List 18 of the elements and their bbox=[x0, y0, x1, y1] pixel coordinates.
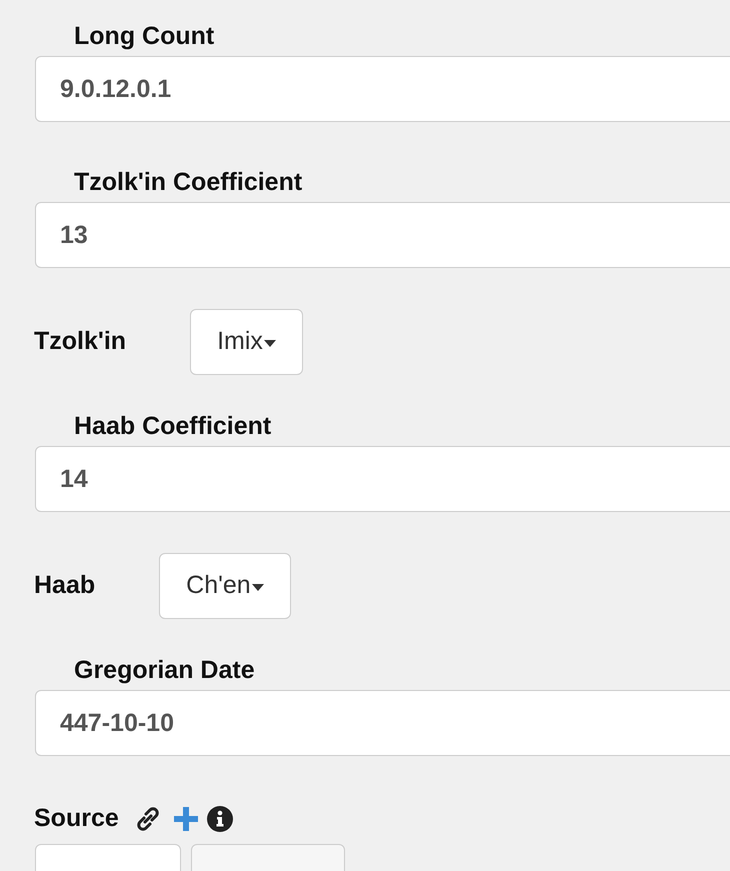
field-label: Tzolk'in bbox=[34, 326, 126, 358]
input-field[interactable]: 13 bbox=[35, 202, 730, 268]
field-label: Long Count bbox=[74, 21, 216, 52]
caret-icon bbox=[252, 584, 264, 591]
dropdown-button[interactable]: Imix bbox=[190, 309, 303, 375]
input-field[interactable]: 9.0.12.0.1 bbox=[35, 56, 730, 122]
field-label: Haab Coefficient bbox=[74, 411, 272, 442]
input-field[interactable]: 14 bbox=[35, 446, 730, 512]
plus-icon[interactable] bbox=[172, 806, 199, 832]
input-field[interactable]: 447-10-10 bbox=[35, 690, 730, 756]
dropdown-button[interactable]: Ch'en bbox=[159, 553, 291, 619]
field-label: Gregorian Date bbox=[74, 655, 256, 686]
field-label: Haab bbox=[34, 570, 96, 602]
field-label: Tzolk'in Coefficient bbox=[74, 167, 304, 198]
link-icon[interactable] bbox=[134, 806, 161, 832]
source-label: Source bbox=[34, 803, 119, 834]
caret-icon bbox=[264, 340, 276, 347]
info-icon[interactable] bbox=[206, 806, 233, 832]
